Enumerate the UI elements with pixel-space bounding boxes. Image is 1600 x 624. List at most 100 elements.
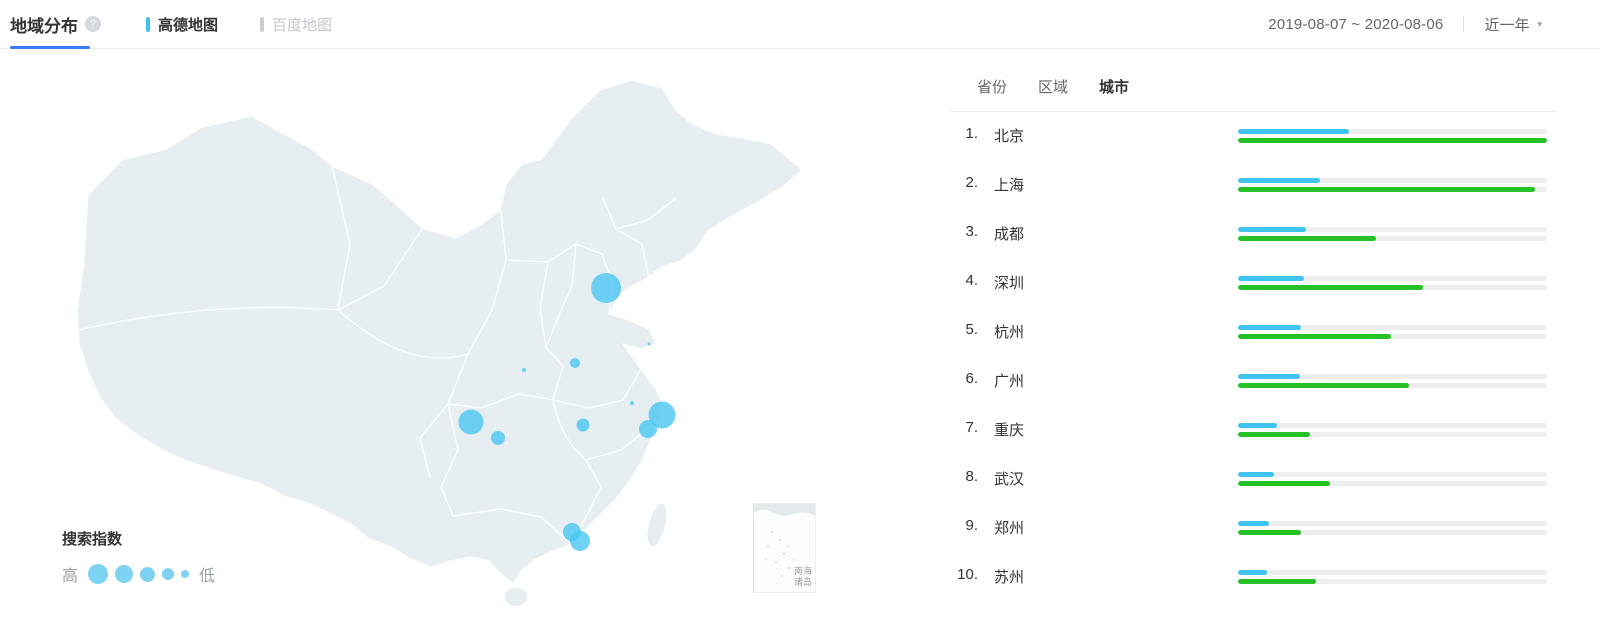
header: 地域分布 ? 高德地图 百度地图 2019-08-07 ~ 2020-08-06…: [0, 0, 1600, 49]
amap-bar-track: [1238, 276, 1547, 281]
tab-省份[interactable]: 省份: [977, 76, 1007, 111]
size-circles: [88, 564, 190, 584]
bar-pair: [1238, 423, 1547, 441]
date-range: 2019-08-07 ~ 2020-08-06: [1268, 15, 1444, 33]
city-name: 北京: [994, 128, 1025, 145]
legend-item[interactable]: 百度地图: [260, 14, 332, 35]
taiwan-island: [647, 503, 667, 547]
baidu-bar: [1238, 285, 1424, 290]
baidu-bar-track: [1238, 481, 1547, 486]
rank-row: 2. 上海: [950, 161, 1556, 210]
help-icon[interactable]: ?: [85, 16, 101, 32]
baidu-bar-track: [1238, 579, 1547, 584]
legend-label: 高德地图: [158, 16, 219, 34]
title-tab: 地域分布 ?: [10, 0, 101, 49]
page-title: 地域分布: [10, 16, 78, 36]
bar-pair: [1238, 276, 1547, 294]
map-bubble: [522, 368, 526, 372]
ranking-panel: 省份 区域 城市 1. 北京 2. 上海 3. 成都 4. 深圳 5. 杭州 6…: [950, 48, 1556, 624]
city-name: 苏州: [994, 569, 1025, 586]
legend-marker-icon: [146, 16, 150, 32]
city-name: 成都: [994, 226, 1025, 243]
baidu-bar: [1238, 236, 1377, 241]
size-legend-title: 搜索指数: [62, 531, 123, 548]
city-name: 杭州: [994, 324, 1025, 341]
amap-bar: [1238, 178, 1321, 183]
header-right: 2019-08-07 ~ 2020-08-06 近一年 ▾: [1268, 0, 1542, 48]
rank-row: 4. 深圳: [950, 259, 1556, 308]
tab-城市[interactable]: 城市: [1099, 76, 1129, 111]
rank-number: 1.: [965, 125, 978, 142]
baidu-bar-track: [1238, 138, 1547, 143]
rank-number: 7.: [965, 419, 978, 436]
period-label: 近一年: [1484, 16, 1530, 34]
bar-pair: [1238, 570, 1547, 588]
amap-bar-track: [1238, 423, 1547, 428]
amap-bar: [1238, 129, 1349, 134]
period-dropdown[interactable]: 近一年 ▾: [1484, 14, 1542, 35]
map-bubble: [458, 409, 484, 435]
map-bubble: [639, 420, 657, 438]
amap-bar-track: [1238, 521, 1547, 526]
amap-bar-track: [1238, 570, 1547, 575]
rank-row: 7. 重庆: [950, 406, 1556, 455]
map-bubble: [630, 401, 634, 405]
amap-bar: [1238, 521, 1269, 526]
amap-bar-track: [1238, 129, 1547, 134]
amap-bar-track: [1238, 227, 1547, 232]
size-circle: [140, 566, 156, 582]
amap-bar-track: [1238, 374, 1547, 379]
baidu-bar-track: [1238, 383, 1547, 388]
rank-row: 1. 北京: [950, 112, 1556, 161]
baidu-bar: [1238, 187, 1536, 192]
south-china-sea-inset: 南海 诸岛: [753, 503, 816, 593]
rank-row: 5. 杭州: [950, 308, 1556, 357]
amap-bar: [1238, 374, 1301, 379]
size-circle: [115, 565, 134, 583]
amap-bar-track: [1238, 472, 1547, 477]
map-bubble: [591, 273, 621, 303]
baidu-bar-track: [1238, 236, 1547, 241]
baidu-bar-track: [1238, 432, 1547, 437]
rank-number: 3.: [965, 223, 978, 240]
bar-pair: [1238, 325, 1547, 343]
amap-bar: [1238, 423, 1277, 428]
baidu-bar-track: [1238, 530, 1547, 535]
rank-row: 8. 武汉: [950, 455, 1556, 504]
bar-pair: [1238, 178, 1547, 196]
rank-row: 10. 苏州: [950, 553, 1556, 602]
city-name: 武汉: [994, 471, 1025, 488]
map-bubble: [570, 358, 580, 368]
caret-down-icon: ▾: [1537, 18, 1542, 29]
map-bubble: [570, 531, 590, 551]
map-bubble: [647, 342, 651, 346]
baidu-bar: [1238, 334, 1391, 339]
size-circle: [162, 568, 175, 580]
hainan-island: [505, 588, 527, 606]
rank-number: 8.: [965, 468, 978, 485]
tab-区域[interactable]: 区域: [1038, 76, 1068, 111]
amap-bar: [1238, 227, 1306, 232]
baidu-bar: [1238, 432, 1311, 437]
rank-list: 1. 北京 2. 上海 3. 成都 4. 深圳 5. 杭州 6. 广州 7. 重…: [950, 112, 1556, 602]
rank-number: 9.: [965, 517, 978, 534]
city-name: 深圳: [994, 275, 1025, 292]
amap-bar: [1238, 325, 1302, 330]
size-circle: [88, 564, 109, 584]
rank-number: 2.: [965, 174, 978, 191]
rank-row: 6. 广州: [950, 357, 1556, 406]
geo-tabs: 省份 区域 城市: [950, 48, 1556, 112]
amap-bar-track: [1238, 178, 1547, 183]
baidu-bar: [1238, 138, 1547, 143]
bar-pair: [1238, 521, 1547, 539]
bar-pair: [1238, 374, 1547, 392]
rank-number: 6.: [965, 370, 978, 387]
amap-bar: [1238, 570, 1268, 575]
bar-pair: [1238, 227, 1547, 245]
city-name: 上海: [994, 177, 1025, 194]
legend-item[interactable]: 高德地图: [146, 14, 218, 35]
baidu-bar-track: [1238, 285, 1547, 290]
legend-label: 百度地图: [272, 16, 333, 34]
china-outline: [76, 79, 803, 585]
amap-bar: [1238, 276, 1305, 281]
